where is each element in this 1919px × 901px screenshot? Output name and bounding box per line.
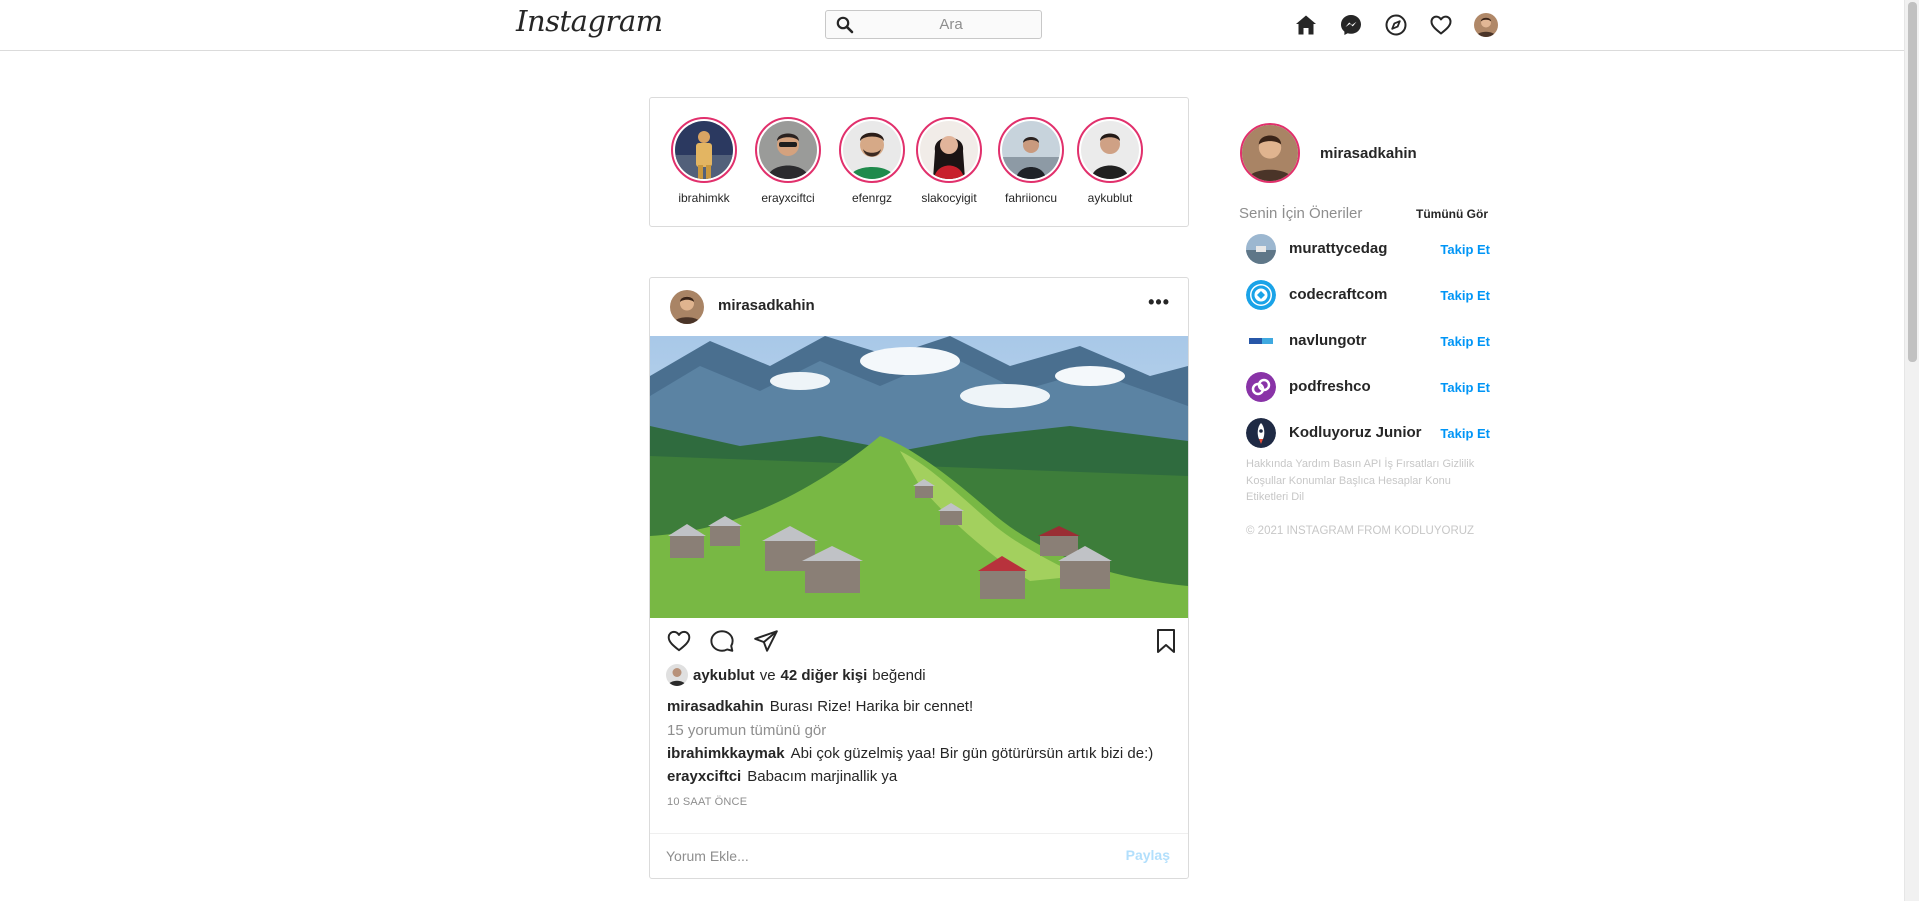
like-heart-icon[interactable] xyxy=(666,628,692,659)
story-username: slakocyigit xyxy=(921,191,977,205)
suggestion-avatar[interactable] xyxy=(1246,326,1276,356)
messenger-icon[interactable] xyxy=(1338,12,1364,38)
likes-suffix: beğendi xyxy=(872,666,926,684)
comment-username[interactable]: erayxciftci xyxy=(667,768,741,785)
comment-item: ibrahimkkaymak Abi çok güzelmiş yaa! Bir … xyxy=(667,745,1153,762)
post-caption: mirasadkahin Burası Rize! Harika bir cenn… xyxy=(667,698,973,715)
view-all-comments-link[interactable]: 15 yorumun tümünü gör xyxy=(667,722,826,739)
comment-text: Babacım marjinallik ya xyxy=(747,768,898,785)
current-user-username[interactable]: mirasadkahin xyxy=(1320,145,1417,162)
suggestion-item: navlungotr Takip Et xyxy=(1246,325,1491,357)
post-author-username[interactable]: mirasadkahin xyxy=(718,297,815,314)
story-ring xyxy=(755,117,821,183)
story-username: erayxciftci xyxy=(761,191,815,205)
story-ring xyxy=(671,117,737,183)
instagram-logo[interactable]: Instagram xyxy=(516,4,663,38)
story-item[interactable]: fahriioncu xyxy=(996,117,1066,205)
post-author-avatar[interactable] xyxy=(670,290,704,324)
current-user-avatar[interactable] xyxy=(1240,123,1300,183)
suggestion-avatar[interactable] xyxy=(1246,418,1276,448)
story-avatar xyxy=(920,121,978,179)
story-avatar xyxy=(843,121,901,179)
post-timestamp: 10 SAAT ÖNCE xyxy=(667,796,748,808)
suggestion-username[interactable]: murattycedag xyxy=(1289,240,1387,257)
post-options-icon[interactable]: ••• xyxy=(1148,292,1170,313)
story-username: fahriioncu xyxy=(1004,191,1058,205)
post-actions xyxy=(666,628,1176,658)
liker-username[interactable]: aykublut xyxy=(693,667,755,684)
explore-icon[interactable] xyxy=(1383,12,1409,38)
suggestions-header: Senin İçin Öneriler Tümünü Gör xyxy=(1239,205,1491,225)
story-username: efenrgz xyxy=(851,191,893,205)
comment-bubble-icon[interactable] xyxy=(709,628,735,659)
feed-post: mirasadkahin ••• aykublut ve 42 diğer ki… xyxy=(649,277,1189,879)
nav-icons xyxy=(1293,12,1499,38)
home-icon[interactable] xyxy=(1293,12,1319,38)
story-ring xyxy=(839,117,905,183)
bookmark-icon[interactable] xyxy=(1154,628,1178,659)
suggestion-avatar[interactable] xyxy=(1246,234,1276,264)
comment-username[interactable]: ibrahimkkaymak xyxy=(667,745,785,762)
story-avatar xyxy=(759,121,817,179)
caption-text: Burası Rize! Harika bir cennet! xyxy=(769,698,974,715)
suggestion-item: murattycedag Takip Et xyxy=(1246,233,1491,265)
scrollbar-thumb[interactable] xyxy=(1908,2,1917,362)
follow-button[interactable]: Takip Et xyxy=(1440,242,1490,257)
story-ring xyxy=(1077,117,1143,183)
follow-button[interactable]: Takip Et xyxy=(1440,426,1490,441)
story-ring xyxy=(998,117,1064,183)
suggestion-username[interactable]: navlungotr xyxy=(1289,332,1367,349)
story-username: ibrahimkk xyxy=(678,191,730,205)
suggestion-username[interactable]: Kodluyoruz Junior xyxy=(1289,424,1422,441)
post-photo[interactable] xyxy=(650,336,1188,618)
story-ring xyxy=(916,117,982,183)
copyright-text: © 2021 INSTAGRAM FROM KODLUYORUZ xyxy=(1246,525,1475,537)
story-item[interactable]: slakocyigit xyxy=(914,117,984,205)
suggestion-avatar[interactable] xyxy=(1246,372,1276,402)
follow-button[interactable]: Takip Et xyxy=(1440,288,1490,303)
likes-summary: aykublut ve 42 diğer kişi beğendi xyxy=(666,664,926,686)
story-item[interactable]: aykublut xyxy=(1075,117,1145,205)
comment-text: Abi çok güzelmiş yaa! Bir gün götürürsün… xyxy=(790,745,1154,762)
see-all-link[interactable]: Tümünü Gör xyxy=(1416,207,1488,221)
profile-avatar[interactable] xyxy=(1473,12,1499,38)
likes-others-count[interactable]: 42 diğer kişi xyxy=(781,667,868,684)
caption-username[interactable]: mirasadkahin xyxy=(667,698,764,715)
suggestion-item: codecraftcom Takip Et xyxy=(1246,279,1491,311)
story-avatar xyxy=(1002,121,1060,179)
story-item[interactable]: ibrahimkk xyxy=(669,117,739,205)
suggestion-item: Kodluyoruz Junior Takip Et xyxy=(1246,417,1491,449)
post-header: mirasadkahin ••• xyxy=(650,278,1188,336)
comment-input[interactable] xyxy=(666,845,1086,867)
footer-links[interactable]: Hakkında Yardım Basın API İş Fırsatları … xyxy=(1246,456,1486,506)
suggestion-avatar[interactable] xyxy=(1246,280,1276,310)
page-scrollbar[interactable] xyxy=(1904,0,1919,901)
stories-tray: ibrahimkk erayxciftci efenrgz slakocyigi… xyxy=(649,97,1189,227)
story-item[interactable]: erayxciftci xyxy=(753,117,823,205)
follow-button[interactable]: Takip Et xyxy=(1440,380,1490,395)
add-comment-bar: Paylaş xyxy=(650,833,1188,878)
story-item[interactable]: efenrgz xyxy=(837,117,907,205)
comment-item: erayxciftci Babacım marjinallik ya xyxy=(667,768,897,785)
suggestions-title: Senin İçin Öneriler xyxy=(1239,205,1363,222)
story-username: aykublut xyxy=(1087,191,1133,205)
top-navigation-bar: Instagram xyxy=(0,0,1904,51)
suggestion-item: podfreshco Takip Et xyxy=(1246,371,1491,403)
likes-connector: ve xyxy=(759,666,776,684)
activity-heart-icon[interactable] xyxy=(1428,12,1454,38)
search-icon xyxy=(836,16,854,39)
search-box[interactable] xyxy=(825,10,1042,39)
story-avatar xyxy=(675,121,733,179)
share-send-icon[interactable] xyxy=(753,628,779,659)
search-input[interactable] xyxy=(866,14,1036,35)
story-avatar xyxy=(1081,121,1139,179)
liker-avatar xyxy=(666,664,688,686)
post-comment-button[interactable]: Paylaş xyxy=(1126,847,1170,863)
follow-button[interactable]: Takip Et xyxy=(1440,334,1490,349)
suggestion-username[interactable]: codecraftcom xyxy=(1289,286,1387,303)
suggestion-username[interactable]: podfreshco xyxy=(1289,378,1371,395)
